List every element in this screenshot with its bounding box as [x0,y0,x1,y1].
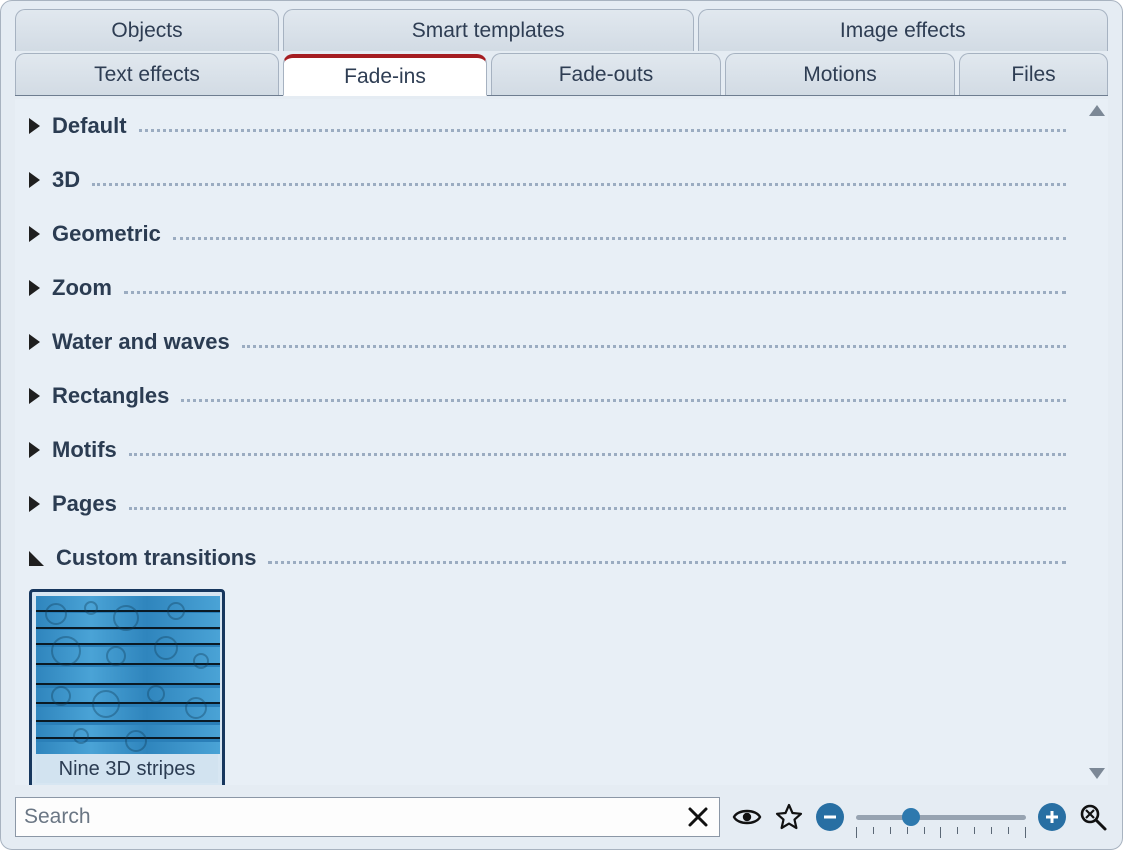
plus-icon [1044,809,1060,825]
reset-zoom-button[interactable] [1078,802,1108,832]
tab-label: Smart templates [412,19,565,43]
category-label: Pages [52,491,117,517]
zoom-out-button[interactable] [816,803,844,831]
tab-text-effects[interactable]: Text effects [15,53,279,95]
slider-track [856,815,1026,820]
category-label: Custom transitions [56,545,256,571]
tab-row-2: Text effects Fade-ins Fade-outs Motions … [15,53,1108,96]
magnifier-reset-icon [1078,802,1108,832]
tab-image-effects[interactable]: Image effects [698,9,1109,51]
tab-files[interactable]: Files [959,53,1108,95]
transition-thumbnail[interactable]: Nine 3D stripes [29,589,225,785]
category-label: Geometric [52,221,161,247]
category-label: Motifs [52,437,117,463]
category-default[interactable]: Default [29,113,1066,139]
chevron-right-icon [29,442,40,458]
chevron-right-icon [29,172,40,188]
search-input[interactable] [24,805,683,829]
chevron-right-icon [29,226,40,242]
tab-label: Fade-outs [559,63,654,87]
content-area: Default 3D Geometric Zoom Water and wave [15,99,1108,785]
tab-label: Fade-ins [344,65,426,89]
tab-objects[interactable]: Objects [15,9,279,51]
scroll-up-icon[interactable] [1089,105,1105,116]
category-label: Rectangles [52,383,169,409]
tab-label: Image effects [840,19,966,43]
toolbox-panel: Objects Smart templates Image effects Te… [0,0,1123,850]
tab-fade-outs[interactable]: Fade-outs [491,53,721,95]
search-box[interactable] [15,797,720,837]
category-motifs[interactable]: Motifs [29,437,1066,463]
tab-row-1: Objects Smart templates Image effects [15,9,1108,53]
chevron-right-icon [29,118,40,134]
chevron-right-icon [29,280,40,296]
category-list: Default 3D Geometric Zoom Water and wave [15,99,1084,785]
leader-dots [181,399,1066,402]
clear-search-button[interactable] [683,802,713,832]
chevron-down-icon [29,551,44,566]
leader-dots [92,183,1066,186]
minus-icon [822,809,838,825]
slider-knob[interactable] [902,808,920,826]
leader-dots [173,237,1066,240]
category-label: 3D [52,167,80,193]
tab-label: Files [1011,63,1055,87]
category-zoom[interactable]: Zoom [29,275,1066,301]
tab-label: Objects [111,19,182,43]
eye-icon [732,802,762,832]
leader-dots [129,507,1066,510]
leader-dots [139,129,1066,132]
tab-motions[interactable]: Motions [725,53,955,95]
category-label: Zoom [52,275,112,301]
preview-button[interactable] [732,802,762,832]
tab-label: Text effects [94,63,200,87]
close-icon [686,805,710,829]
tab-container: Objects Smart templates Image effects Te… [1,1,1122,96]
zoom-in-button[interactable] [1038,803,1066,831]
tab-label: Motions [803,63,877,87]
star-icon [775,803,803,831]
category-water-and-waves[interactable]: Water and waves [29,329,1066,355]
category-custom-transitions[interactable]: Custom transitions [29,545,1066,571]
category-3d[interactable]: 3D [29,167,1066,193]
slider-ticks [856,827,1026,838]
vertical-scrollbar[interactable] [1086,99,1108,785]
tab-fade-ins[interactable]: Fade-ins [283,54,487,96]
scroll-down-icon[interactable] [1089,768,1105,779]
leader-dots [129,453,1066,456]
chevron-right-icon [29,496,40,512]
category-rectangles[interactable]: Rectangles [29,383,1066,409]
chevron-right-icon [29,334,40,350]
category-pages[interactable]: Pages [29,491,1066,517]
zoom-slider[interactable] [856,800,1026,834]
thumbnail-caption: Nine 3D stripes [36,754,218,783]
footer-toolbar [15,793,1108,841]
category-geometric[interactable]: Geometric [29,221,1066,247]
thumbnail-preview [36,596,220,754]
thumbnail-row: Nine 3D stripes [29,589,1066,785]
category-label: Water and waves [52,329,230,355]
leader-dots [124,291,1066,294]
leader-dots [242,345,1066,348]
leader-dots [268,561,1066,564]
chevron-right-icon [29,388,40,404]
favorite-button[interactable] [774,802,804,832]
category-label: Default [52,113,127,139]
tab-smart-templates[interactable]: Smart templates [283,9,694,51]
